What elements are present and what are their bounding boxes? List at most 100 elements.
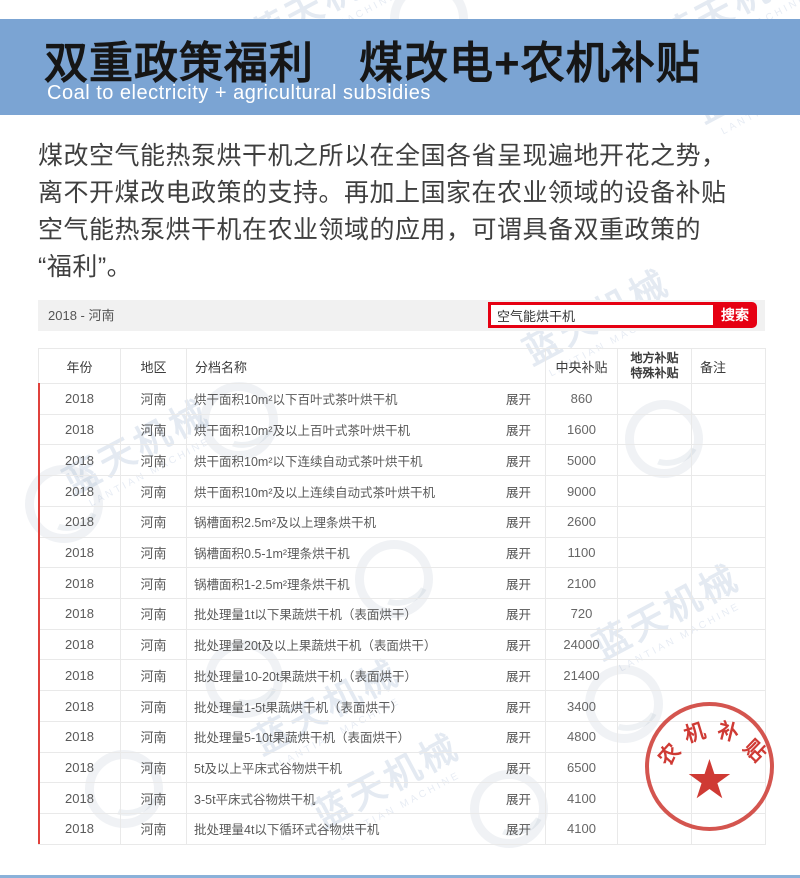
category-name: 批处理量10-20t果蔬烘干机（表面烘干） — [194, 666, 417, 685]
row-central-subsidy: 2600 — [546, 506, 618, 537]
row-year: 2018 — [39, 660, 121, 691]
row-central-subsidy: 9000 — [546, 476, 618, 507]
table-row: 2018河南锅槽面积1-2.5m²理条烘干机 展开 2100 — [39, 568, 766, 599]
row-category: 锅槽面积1-2.5m²理条烘干机 展开 — [187, 568, 546, 599]
row-region: 河南 — [121, 721, 187, 752]
category-name: 批处理量4t以下循环式谷物烘干机 — [194, 819, 379, 838]
intro-line: 离不开煤改电政策的支持。再加上国家在农业领域的设备补贴 — [38, 175, 772, 212]
expand-link[interactable]: 展开 — [506, 819, 531, 838]
expand-link[interactable]: 展开 — [506, 727, 531, 746]
table-row: 2018河南烘干面积10m²以下百叶式茶叶烘干机展开860 — [39, 384, 766, 415]
col-header-central-subsidy: 中央补贴 — [546, 349, 618, 384]
row-central-subsidy: 860 — [546, 384, 618, 415]
row-region: 河南 — [121, 660, 187, 691]
row-local-subsidy — [618, 568, 692, 599]
row-year: 2018 — [39, 414, 121, 445]
row-category: 锅槽面积0.5-1m²理条烘干机 展开 — [187, 537, 546, 568]
row-category: 批处理量5-10t果蔬烘干机（表面烘干） 展开 — [187, 721, 546, 752]
row-central-subsidy: 21400 — [546, 660, 618, 691]
row-year: 2018 — [39, 506, 121, 537]
row-year: 2018 — [39, 537, 121, 568]
expand-link[interactable]: 展开 — [506, 512, 531, 531]
table-row: 2018河南批处理量1-5t果蔬烘干机（表面烘干）展开3400 — [39, 691, 766, 722]
row-region: 河南 — [121, 691, 187, 722]
expand-link[interactable]: 展开 — [506, 543, 531, 562]
expand-link[interactable]: 展开 — [506, 420, 531, 439]
search-input[interactable] — [491, 305, 713, 325]
category-name: 烘干面积10m²及以上百叶式茶叶烘干机 — [194, 420, 410, 439]
row-year: 2018 — [39, 814, 121, 845]
category-name: 3-5t平床式谷物烘干机 — [194, 789, 316, 808]
row-note — [692, 414, 766, 445]
row-year: 2018 — [39, 568, 121, 599]
col-header-category: 分档名称 — [187, 349, 546, 384]
star-icon: ★ — [685, 750, 733, 810]
page-subtitle: Coal to electricity + agricultural subsi… — [47, 82, 431, 105]
page: 蓝天机械LANTIAN MACHINE蓝天机械LANTIAN MACHINE蓝天… — [0, 0, 800, 878]
col-header-local-subsidy: 地方补贴 特殊补贴 — [618, 349, 692, 384]
agri-subsidy-stamp: 农 机 补 贴 ★ — [645, 702, 774, 831]
category-name: 锅槽面积1-2.5m²理条烘干机 — [194, 574, 350, 593]
local-subsidy-line2: 特殊补贴 — [618, 366, 691, 381]
col-header-year: 年份 — [39, 349, 121, 384]
intro-line: 煤改空气能热泵烘干机之所以在全国各省呈现遍地开花之势， — [38, 138, 772, 175]
row-category: 批处理量4t以下循环式谷物烘干机 展开 — [187, 814, 546, 845]
row-local-subsidy — [618, 414, 692, 445]
stamp-char: 补 — [715, 714, 743, 748]
row-region: 河南 — [121, 752, 187, 783]
expand-link[interactable]: 展开 — [506, 389, 531, 408]
table-row: 2018河南批处理量20t及以上果蔬烘干机（表面烘干）展开24000 — [39, 629, 766, 660]
row-year: 2018 — [39, 752, 121, 783]
row-category: 烘干面积10m²及以上百叶式茶叶烘干机 展开 — [187, 414, 546, 445]
row-category: 批处理量20t及以上果蔬烘干机（表面烘干）展开 — [187, 629, 546, 660]
expand-link[interactable]: 展开 — [506, 697, 531, 716]
expand-link[interactable]: 展开 — [506, 635, 531, 654]
category-name: 5t及以上平床式谷物烘干机 — [194, 758, 342, 777]
row-region: 河南 — [121, 476, 187, 507]
row-central-subsidy: 2100 — [546, 568, 618, 599]
stamp-char: 农 — [650, 736, 686, 772]
row-region: 河南 — [121, 414, 187, 445]
row-region: 河南 — [121, 384, 187, 415]
row-note — [692, 660, 766, 691]
row-local-subsidy — [618, 660, 692, 691]
row-year: 2018 — [39, 599, 121, 630]
search-box: 搜索 — [488, 302, 757, 328]
expand-link[interactable]: 展开 — [506, 604, 531, 623]
table-row: 2018河南锅槽面积2.5m²及以上理条烘干机展开2600 — [39, 506, 766, 537]
intro-line: “福利”。 — [38, 249, 772, 286]
col-header-note: 备注 — [692, 349, 766, 384]
row-region: 河南 — [121, 599, 187, 630]
expand-link[interactable]: 展开 — [506, 574, 531, 593]
category-name: 锅槽面积0.5-1m²理条烘干机 — [194, 543, 350, 562]
row-central-subsidy: 4800 — [546, 721, 618, 752]
row-note — [692, 599, 766, 630]
row-central-subsidy: 4100 — [546, 814, 618, 845]
category-name: 批处理量5-10t果蔬烘干机（表面烘干） — [194, 727, 410, 746]
row-region: 河南 — [121, 506, 187, 537]
expand-link[interactable]: 展开 — [506, 482, 531, 501]
search-button[interactable]: 搜索 — [713, 302, 757, 328]
expand-link[interactable]: 展开 — [506, 451, 531, 470]
row-central-subsidy: 1100 — [546, 537, 618, 568]
row-region: 河南 — [121, 568, 187, 599]
row-central-subsidy: 720 — [546, 599, 618, 630]
row-region: 河南 — [121, 629, 187, 660]
row-note — [692, 568, 766, 599]
row-category: 3-5t平床式谷物烘干机 展开 — [187, 783, 546, 814]
row-year: 2018 — [39, 721, 121, 752]
expand-link[interactable]: 展开 — [506, 666, 531, 685]
expand-link[interactable]: 展开 — [506, 789, 531, 808]
table-row: 2018河南批处理量4t以下循环式谷物烘干机展开4100 — [39, 814, 766, 845]
expand-link[interactable]: 展开 — [506, 758, 531, 777]
category-name: 烘干面积10m²以下连续自动式茶叶烘干机 — [194, 451, 422, 470]
row-local-subsidy — [618, 384, 692, 415]
row-category: 锅槽面积2.5m²及以上理条烘干机展开 — [187, 506, 546, 537]
stamp-char: 贴 — [738, 732, 774, 768]
row-central-subsidy: 1600 — [546, 414, 618, 445]
row-region: 河南 — [121, 445, 187, 476]
row-central-subsidy: 3400 — [546, 691, 618, 722]
col-header-region: 地区 — [121, 349, 187, 384]
row-local-subsidy — [618, 445, 692, 476]
row-category: 烘干面积10m²及以上连续自动式茶叶烘干机展开 — [187, 476, 546, 507]
